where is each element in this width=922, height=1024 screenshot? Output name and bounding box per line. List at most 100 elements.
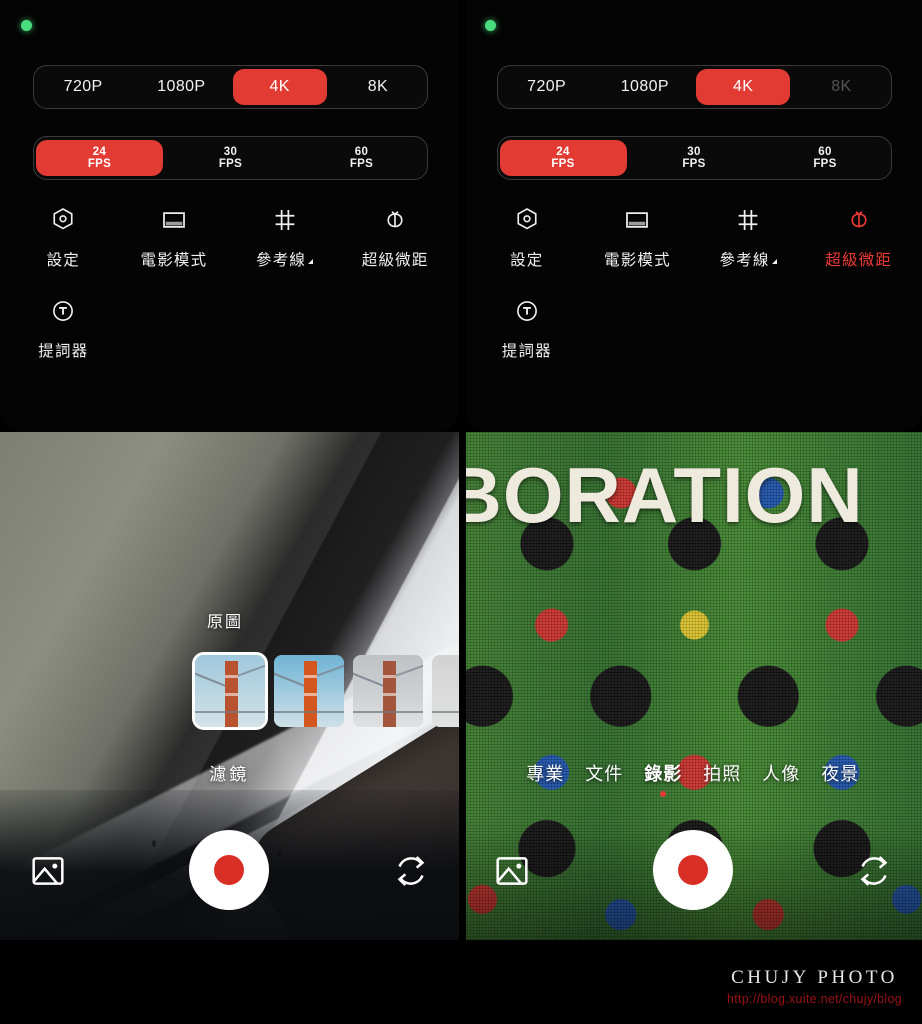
filter-thumbnail[interactable] [353,655,423,727]
tool-label-with-caret: 參考線 [256,248,314,270]
filter-thumbnail[interactable] [432,655,459,727]
shutter-bar-right [464,830,922,920]
phone-screenshot-left: 720P 1080P 4K 8K 24 FPS 30 FPS 60 FPS 設定… [0,0,459,1024]
thumb-bridge-deck [353,711,423,713]
framerate-segmented-control-left[interactable]: 24 FPS 30 FPS 60 FPS [33,136,428,180]
tool-movie-mode[interactable]: 電影模式 [119,205,230,270]
framerate-number: 30 [223,145,238,158]
tool-teleprompter[interactable]: 提詞器 [472,296,583,361]
gallery-icon[interactable] [492,851,532,891]
record-dot [214,855,245,885]
macro-flower-icon [851,211,867,228]
tool-super-macro[interactable]: 超級微距 [803,205,914,270]
settings-hexagon-icon [53,208,73,230]
framerate-option-30[interactable]: 30 FPS [167,140,294,176]
framerate-number: 24 [92,145,107,158]
thumb-sky [432,655,459,727]
resolution-option-4k[interactable]: 4K [696,69,791,105]
tool-grid-left: 設定 電影模式 參考線 超級微距 提詞器 [0,205,459,361]
thumb-tower-bar [304,693,317,696]
thumb-tower-bar [225,675,238,678]
record-button[interactable] [189,830,270,910]
resolution-segmented-control-right[interactable]: 720P 1080P 4K 8K [496,65,892,109]
tool-settings[interactable]: 設定 [472,205,583,270]
teleprompter-t-icon [516,301,537,321]
resolution-option-1080p[interactable]: 1080P [134,69,228,105]
framerate-option-24[interactable]: 24 FPS [499,140,627,176]
privacy-indicator-dot [21,20,32,31]
mode-document[interactable]: 文件 [585,760,623,794]
tool-label: 設定 [46,252,81,269]
mode-pro[interactable]: 專業 [526,760,564,794]
tool-label: 參考線 [719,252,770,269]
resolution-option-8k[interactable]: 8K [331,69,425,105]
shutter-bar-left [0,830,459,920]
tool-label: 參考線 [256,252,307,269]
mode-portrait[interactable]: 人像 [762,760,800,794]
resolution-option-1080p[interactable]: 1080P [598,69,692,105]
thumb-tower-bar [383,693,396,696]
filter-filmstrip[interactable] [192,652,459,730]
thumb-bridge-deck [432,711,459,713]
framerate-option-60[interactable]: 60 FPS [298,140,425,176]
framerate-number: 60 [818,145,832,158]
tool-label: 提詞器 [501,343,552,360]
framerate-unit: FPS [682,158,706,170]
framerate-unit: FPS [813,158,837,170]
tool-grid-right: 設定 電影模式 參考線 超級微距 提詞器 [464,205,922,361]
tool-teleprompter[interactable]: 提詞器 [8,296,119,361]
framerate-option-60[interactable]: 60 FPS [762,140,889,176]
framerate-unit: FPS [87,158,112,170]
movie-frame-icon [163,212,185,228]
movie-frame-icon [626,212,649,228]
tool-movie-mode[interactable]: 電影模式 [582,205,693,270]
mode-video[interactable]: 錄影 [644,760,682,794]
teleprompter-t-icon [53,301,74,321]
tool-label: 超級微距 [361,252,429,269]
tool-label: 提詞器 [38,343,89,360]
grid-lines-icon [738,210,758,230]
filter-thumbnail[interactable] [274,655,344,727]
thumb-tower-bar [383,675,396,678]
thumb-bridge-deck [195,711,265,713]
panel-divider [461,0,466,1024]
tool-grid-lines[interactable]: 參考線 [693,205,804,270]
mode-night[interactable]: 夜景 [821,760,859,794]
tool-label-with-caret: 參考線 [720,248,777,270]
resolution-option-720p[interactable]: 720P [36,69,130,105]
framerate-number: 24 [556,145,570,158]
framerate-option-30[interactable]: 30 FPS [631,140,758,176]
watermark: CHUJY PHOTO http://blog.xuite.net/chujy/… [727,965,902,1008]
filter-mode-label: 濾鏡 [209,765,250,784]
chevron-expand-icon [308,259,314,264]
filter-thumbnail[interactable] [192,652,268,730]
settings-sheet-left: 720P 1080P 4K 8K 24 FPS 30 FPS 60 FPS 設定… [0,0,459,432]
framerate-unit: FPS [218,158,243,170]
switch-camera-icon[interactable] [854,851,894,891]
grid-lines-icon [275,210,294,230]
gallery-icon[interactable] [28,851,68,891]
resolution-option-4k[interactable]: 4K [232,69,327,105]
resolution-option-720p[interactable]: 720P [500,69,594,105]
framerate-segmented-control-right[interactable]: 24 FPS 30 FPS 60 FPS [496,136,892,180]
macro-flower-icon [387,211,403,228]
switch-camera-icon[interactable] [391,851,431,891]
resolution-segmented-control-left[interactable]: 720P 1080P 4K 8K [33,65,428,109]
tool-label: 電影模式 [140,252,208,269]
tool-label: 超級微距 [825,252,893,269]
tool-grid-lines[interactable]: 參考線 [229,205,340,270]
phone-screenshot-right: 720P 1080P 4K 8K 24 FPS 30 FPS 60 FPS 設定… [463,0,922,1024]
screenshot-stage: 720P 1080P 4K 8K 24 FPS 30 FPS 60 FPS 設定… [0,0,922,1024]
thumb-tower-bar [304,675,317,678]
framerate-unit: FPS [349,158,374,170]
framerate-number: 30 [687,145,701,158]
resolution-option-8k: 8K [831,77,852,95]
tool-settings[interactable]: 設定 [8,205,119,270]
mode-selector[interactable]: 專業 文件 錄影 拍照 人像 夜景 [464,760,922,794]
framerate-number: 60 [354,145,369,158]
framerate-option-24[interactable]: 24 FPS [36,140,163,176]
record-button[interactable] [652,830,733,910]
settings-hexagon-icon [517,208,537,230]
tool-super-macro[interactable]: 超級微距 [340,205,451,270]
mode-photo[interactable]: 拍照 [703,760,741,794]
